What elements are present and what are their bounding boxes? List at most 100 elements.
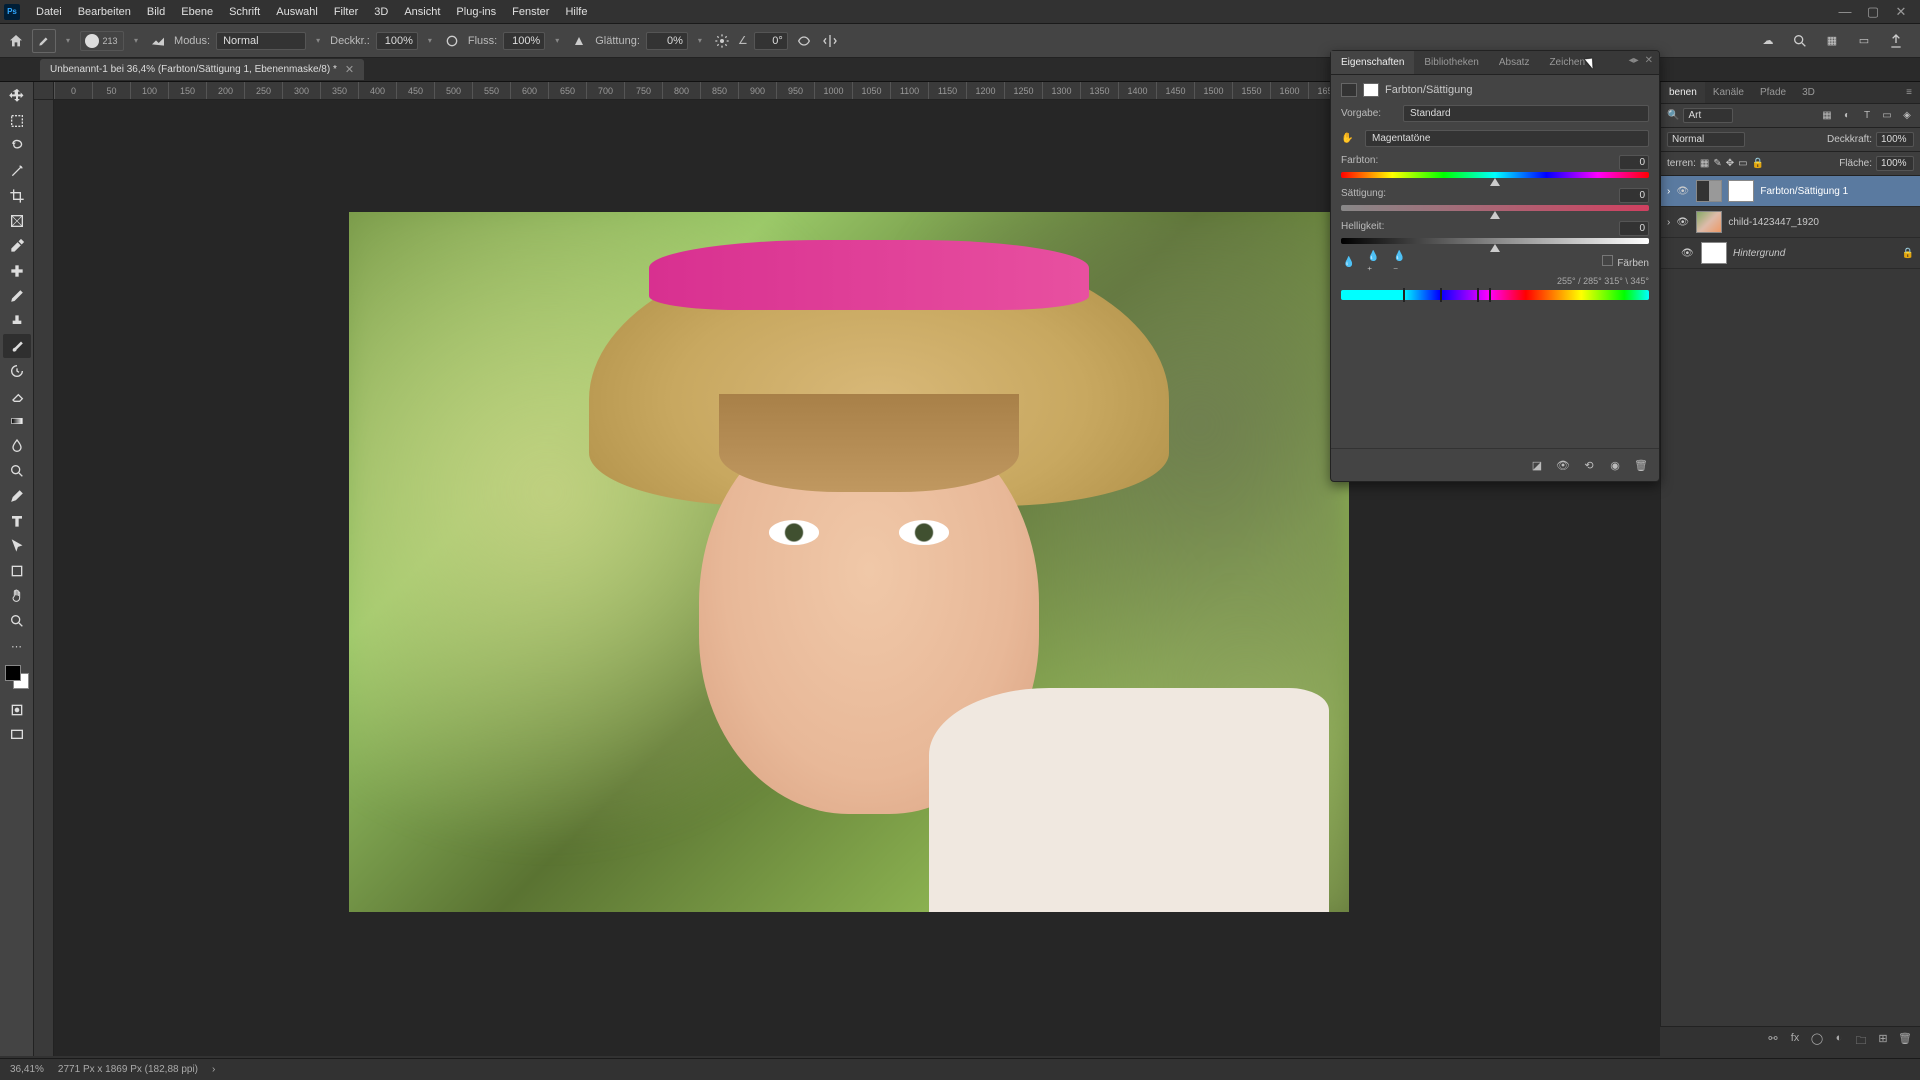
lock-artboard-icon[interactable]: ▭ — [1738, 158, 1747, 169]
adjustment-thumb[interactable] — [1696, 180, 1722, 202]
hue-value-input[interactable]: 0 — [1619, 155, 1649, 170]
cloud-docs-icon[interactable]: ☁ — [1758, 31, 1778, 51]
quickmask-icon[interactable] — [3, 698, 31, 722]
lock-pixels-icon[interactable]: ✎ — [1713, 158, 1721, 169]
collapse-icon[interactable]: ◂▸ — [1629, 55, 1639, 70]
saturation-slider[interactable] — [1341, 205, 1649, 211]
hand-tool[interactable] — [3, 584, 31, 608]
layer-thumb[interactable] — [1696, 211, 1722, 233]
layer-name[interactable]: Hintergrund — [1733, 248, 1896, 259]
filter-shape-icon[interactable]: ▭ — [1880, 110, 1894, 121]
layer-row[interactable]: 👁 Hintergrund 🔒 — [1661, 238, 1920, 269]
symmetry-icon[interactable] — [820, 31, 840, 51]
layer-mask-icon[interactable]: ◯ — [1810, 1032, 1824, 1051]
path-select-tool[interactable] — [3, 534, 31, 558]
menu-layer[interactable]: Ebene — [173, 0, 221, 24]
close-icon[interactable]: ✕ — [1645, 55, 1653, 70]
arrange-icon[interactable]: ▦ — [1822, 31, 1842, 51]
caret-icon[interactable]: ▾ — [62, 36, 74, 45]
eyedropper-add-icon[interactable]: 💧₊ — [1367, 254, 1383, 270]
range-handle[interactable] — [1440, 288, 1442, 302]
delete-layer-icon[interactable]: 🗑 — [1898, 1032, 1912, 1051]
pressure-size-icon[interactable] — [794, 31, 814, 51]
color-swatches[interactable] — [5, 665, 29, 689]
prev-state-icon[interactable]: 👁 — [1555, 457, 1571, 473]
tab-libraries[interactable]: Bibliotheken — [1414, 51, 1488, 74]
tab-layers[interactable]: benen — [1661, 82, 1705, 103]
slider-thumb[interactable] — [1490, 178, 1500, 186]
airbrush-icon[interactable] — [569, 31, 589, 51]
visibility-icon[interactable]: 👁 — [1681, 248, 1695, 259]
slider-thumb[interactable] — [1490, 244, 1500, 252]
marquee-tool[interactable] — [3, 109, 31, 133]
lasso-tool[interactable] — [3, 134, 31, 158]
group-icon[interactable]: 🗀 — [1854, 1032, 1868, 1051]
menu-plugins[interactable]: Plug-ins — [448, 0, 504, 24]
toggle-visibility-icon[interactable]: ◉ — [1607, 457, 1623, 473]
layer-opacity-input[interactable]: 100% — [1876, 132, 1914, 147]
preset-select[interactable]: Standard — [1403, 105, 1649, 122]
hue-slider[interactable] — [1341, 172, 1649, 178]
angle-input[interactable]: 0° — [754, 32, 788, 50]
layer-style-icon[interactable]: fx — [1788, 1032, 1802, 1051]
screenmode-icon[interactable] — [3, 723, 31, 747]
slider-thumb[interactable] — [1490, 211, 1500, 219]
brush-preset-picker[interactable]: 213 — [80, 31, 124, 51]
menu-window[interactable]: Fenster — [504, 0, 557, 24]
menu-type[interactable]: Schrift — [221, 0, 268, 24]
eyedropper-tool[interactable] — [3, 234, 31, 258]
close-button[interactable]: ✕ — [1894, 5, 1908, 19]
lock-all-icon[interactable]: 🔒 — [1752, 158, 1764, 169]
smoothing-input[interactable]: 0% — [646, 32, 688, 50]
blend-mode-select[interactable]: Normal — [216, 32, 306, 50]
brush-tool[interactable] — [3, 334, 31, 358]
layer-mask-thumb[interactable] — [1728, 180, 1754, 202]
pen-tool[interactable] — [3, 484, 31, 508]
menu-3d[interactable]: 3D — [366, 0, 396, 24]
eyedropper-icon[interactable]: 💧 — [1341, 254, 1357, 270]
filter-adj-icon[interactable]: ◐ — [1840, 110, 1854, 121]
layer-row[interactable]: › 👁 Farbton/Sättigung 1 — [1661, 176, 1920, 207]
smoothing-gear-icon[interactable] — [712, 31, 732, 51]
range-handle[interactable] — [1403, 288, 1405, 302]
tab-paragraph[interactable]: Absatz — [1489, 51, 1540, 74]
layer-thumb[interactable] — [1701, 242, 1727, 264]
shape-tool[interactable] — [3, 559, 31, 583]
document-tab[interactable]: Unbenannt-1 bei 36,4% (Farbton/Sättigung… — [40, 59, 364, 80]
menu-image[interactable]: Bild — [139, 0, 173, 24]
menu-select[interactable]: Auswahl — [268, 0, 326, 24]
crop-tool[interactable] — [3, 184, 31, 208]
visibility-icon[interactable]: 👁 — [1676, 186, 1690, 197]
colorize-checkbox[interactable] — [1602, 255, 1613, 266]
adjustment-layer-icon[interactable]: ◐ — [1832, 1032, 1846, 1051]
caret-icon[interactable]: ▾ — [130, 36, 142, 45]
foreground-color-swatch[interactable] — [5, 665, 21, 681]
pencil-tool[interactable] — [3, 284, 31, 308]
stamp-tool[interactable] — [3, 309, 31, 333]
lightness-slider[interactable] — [1341, 238, 1649, 244]
tab-properties[interactable]: Eigenschaften — [1331, 51, 1414, 74]
layer-row[interactable]: › 👁 child-1423447_1920 — [1661, 207, 1920, 238]
visibility-icon[interactable]: 👁 — [1676, 217, 1690, 228]
filter-pixel-icon[interactable]: ▦ — [1820, 110, 1834, 121]
document-canvas[interactable] — [349, 212, 1349, 912]
clip-to-layer-icon[interactable]: ◪ — [1529, 457, 1545, 473]
caret-icon[interactable]: ▾ — [551, 36, 563, 45]
chevron-right-icon[interactable]: › — [1667, 186, 1670, 197]
lightness-value-input[interactable]: 0 — [1619, 221, 1649, 236]
workspace-icon[interactable]: ▭ — [1854, 31, 1874, 51]
chevron-right-icon[interactable]: › — [212, 1064, 215, 1075]
history-brush-tool[interactable] — [3, 359, 31, 383]
properties-panel[interactable]: Eigenschaften Bibliotheken Absatz Zeiche… — [1330, 50, 1660, 482]
caret-icon[interactable]: ▾ — [424, 36, 436, 45]
filter-type-icon[interactable]: T — [1860, 110, 1874, 121]
menu-help[interactable]: Hilfe — [557, 0, 595, 24]
menu-edit[interactable]: Bearbeiten — [70, 0, 139, 24]
wand-tool[interactable] — [3, 159, 31, 183]
more-tools[interactable]: ⋯ — [3, 634, 31, 658]
close-icon[interactable]: ✕ — [345, 63, 354, 76]
layer-fill-input[interactable]: 100% — [1876, 156, 1914, 171]
lock-position-icon[interactable]: ✥ — [1726, 158, 1734, 169]
move-tool[interactable] — [3, 84, 31, 108]
minimize-button[interactable]: — — [1838, 5, 1852, 19]
